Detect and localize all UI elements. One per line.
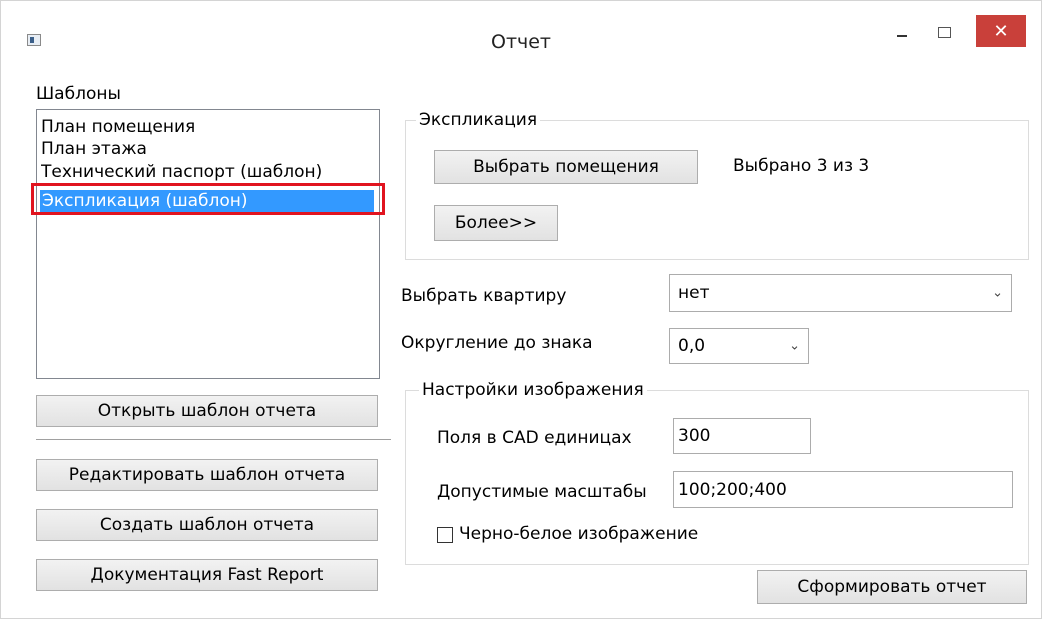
scales-input[interactable]: 100;200;400 [673, 471, 1013, 508]
rounding-select[interactable]: 0,0 ⌄ [669, 328, 809, 364]
maximize-button[interactable] [929, 15, 959, 49]
apartment-label: Выбрать квартиру [401, 286, 567, 306]
list-item[interactable]: План этажа [41, 138, 147, 160]
list-item[interactable]: Технический паспорт (шаблон) [41, 161, 322, 181]
selected-rooms-status: Выбрано 3 из 3 [733, 156, 870, 176]
scales-label: Допустимые масштабы [437, 482, 647, 502]
bw-image-label: Черно-белое изображение [459, 524, 699, 544]
chevron-down-icon: ⌄ [992, 285, 1003, 301]
apartment-select-value: нет [678, 283, 710, 303]
apartment-select[interactable]: нет ⌄ [669, 274, 1012, 312]
image-settings-group-title: Настройки изображения [419, 380, 647, 400]
margins-label: Поля в CAD единицах [437, 428, 632, 448]
window-title: Отчет [490, 31, 551, 53]
create-template-button[interactable]: Создать шаблон отчета [36, 509, 378, 541]
selection-highlight-box [31, 183, 385, 215]
maximize-icon [937, 26, 951, 38]
generate-report-button[interactable]: Сформировать отчет [757, 570, 1027, 604]
minimize-button[interactable] [887, 15, 917, 49]
list-item[interactable]: План помещения [41, 116, 195, 138]
templates-listbox[interactable]: План помещения План этажа Технический па… [36, 109, 380, 379]
close-button[interactable]: ✕ [976, 15, 1026, 47]
bw-image-checkbox[interactable] [437, 527, 453, 543]
minimize-icon [897, 35, 907, 37]
more-button[interactable]: Более>> [434, 205, 558, 241]
rounding-select-value: 0,0 [678, 336, 706, 356]
close-icon: ✕ [993, 20, 1009, 42]
rounding-label: Округление до знака [401, 333, 593, 353]
select-rooms-button[interactable]: Выбрать помещения [434, 150, 698, 184]
separator [36, 439, 391, 440]
fast-report-docs-button[interactable]: Документация Fast Report [36, 559, 378, 591]
templates-label: Шаблоны [36, 84, 121, 104]
chevron-down-icon: ⌄ [789, 338, 800, 354]
explication-group-title: Экспликация [416, 110, 541, 130]
title-bar[interactable]: Отчет ✕ [1, 1, 1041, 53]
edit-template-button[interactable]: Редактировать шаблон отчета [36, 459, 378, 491]
margins-input[interactable]: 300 [673, 418, 811, 454]
open-template-button[interactable]: Открыть шаблон отчета [36, 395, 378, 427]
